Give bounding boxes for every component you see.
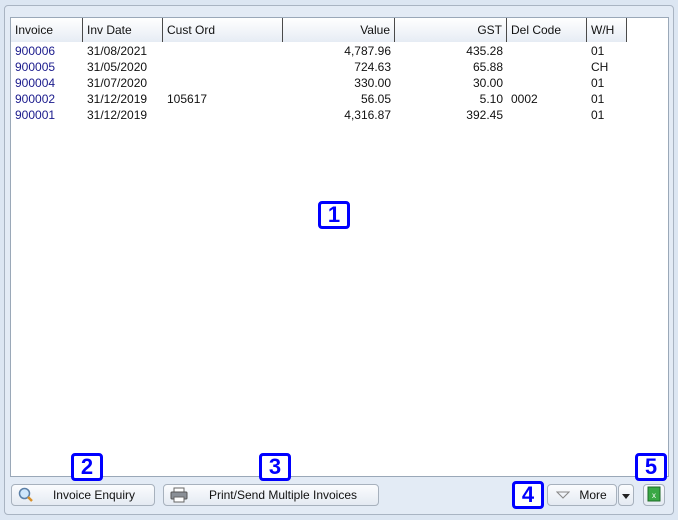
invoice-grid[interactable]: Invoice Inv Date Cust Ord Value GST Del … bbox=[10, 17, 669, 477]
col-header-invoice[interactable]: Invoice bbox=[11, 18, 83, 42]
col-header-gst[interactable]: GST bbox=[395, 18, 507, 42]
cell-gst: 5.10 bbox=[479, 92, 503, 106]
invoice-enquiry-label: Invoice Enquiry bbox=[52, 488, 136, 502]
cell-gst: 392.45 bbox=[466, 108, 503, 122]
callout-3: 3 bbox=[259, 453, 291, 481]
col-header-cust-ord[interactable]: Cust Ord bbox=[163, 18, 283, 42]
callout-5: 5 bbox=[635, 453, 667, 481]
col-header-del-code[interactable]: Del Code bbox=[507, 18, 587, 42]
cell-wh: 01 bbox=[591, 44, 605, 58]
cell-wh: 01 bbox=[591, 92, 605, 106]
cell-del-code bbox=[507, 107, 587, 123]
cell-inv-date: 31/07/2020 bbox=[87, 76, 148, 90]
cell-value: 4,787.96 bbox=[344, 44, 391, 58]
cell-cust-ord bbox=[163, 107, 283, 123]
cell-del-code: 0002 bbox=[511, 92, 538, 106]
cell-inv-date: 31/08/2021 bbox=[87, 44, 148, 58]
printer-icon bbox=[170, 487, 188, 503]
more-label: More bbox=[579, 488, 607, 502]
cell-invoice: 900001 bbox=[15, 108, 56, 122]
callout-1: 1 bbox=[318, 201, 350, 229]
callout-2: 2 bbox=[71, 453, 103, 481]
cell-cust-ord: 105617 bbox=[167, 92, 208, 106]
cell-cust-ord bbox=[163, 75, 283, 91]
magnifier-icon bbox=[18, 487, 34, 503]
cell-del-code bbox=[507, 59, 587, 75]
cell-value: 330.00 bbox=[354, 76, 391, 90]
print-send-multiple-label: Print/Send Multiple Invoices bbox=[208, 488, 358, 502]
cell-gst: 435.28 bbox=[466, 44, 503, 58]
cell-del-code bbox=[507, 43, 587, 59]
grid-header: Invoice Inv Date Cust Ord Value GST Del … bbox=[11, 18, 627, 42]
cell-wh: 01 bbox=[591, 76, 605, 90]
table-row[interactable]: 900006 31/08/2021 4,787.96 435.28 01 bbox=[11, 43, 627, 59]
export-excel-button[interactable]: x bbox=[643, 484, 665, 506]
cell-cust-ord bbox=[163, 43, 283, 59]
caret-down-icon bbox=[622, 488, 630, 502]
svg-text:x: x bbox=[652, 491, 656, 500]
more-dropdown-button[interactable] bbox=[618, 484, 634, 506]
table-row[interactable]: 900001 31/12/2019 4,316.87 392.45 01 bbox=[11, 107, 627, 123]
col-header-value[interactable]: Value bbox=[283, 18, 395, 42]
triangle-down-icon bbox=[555, 488, 571, 502]
excel-icon: x bbox=[647, 486, 661, 505]
cell-invoice: 900005 bbox=[15, 60, 56, 74]
more-button[interactable]: More bbox=[547, 484, 617, 506]
cell-value: 724.63 bbox=[354, 60, 391, 74]
cell-value: 56.05 bbox=[360, 92, 391, 106]
cell-inv-date: 31/12/2019 bbox=[87, 92, 148, 106]
cell-invoice: 900006 bbox=[15, 44, 56, 58]
cell-invoice: 900002 bbox=[15, 92, 56, 106]
cell-invoice: 900004 bbox=[15, 76, 56, 90]
cell-gst: 30.00 bbox=[472, 76, 503, 90]
invoice-enquiry-button[interactable]: Invoice Enquiry bbox=[11, 484, 155, 506]
cell-wh: CH bbox=[591, 60, 609, 74]
print-send-multiple-button[interactable]: Print/Send Multiple Invoices bbox=[163, 484, 379, 506]
table-row[interactable]: 900005 31/05/2020 724.63 65.88 CH bbox=[11, 59, 627, 75]
cell-wh: 01 bbox=[591, 108, 605, 122]
cell-cust-ord bbox=[163, 59, 283, 75]
table-row[interactable]: 900004 31/07/2020 330.00 30.00 01 bbox=[11, 75, 627, 91]
cell-inv-date: 31/12/2019 bbox=[87, 108, 148, 122]
cell-value: 4,316.87 bbox=[344, 108, 391, 122]
col-header-wh[interactable]: W/H bbox=[587, 18, 627, 42]
table-row[interactable]: 900002 31/12/2019 105617 56.05 5.10 0002 01 bbox=[11, 91, 627, 107]
callout-4: 4 bbox=[512, 481, 544, 509]
col-header-inv-date[interactable]: Inv Date bbox=[83, 18, 163, 42]
cell-del-code bbox=[507, 75, 587, 91]
cell-inv-date: 31/05/2020 bbox=[87, 60, 148, 74]
cell-gst: 65.88 bbox=[472, 60, 503, 74]
